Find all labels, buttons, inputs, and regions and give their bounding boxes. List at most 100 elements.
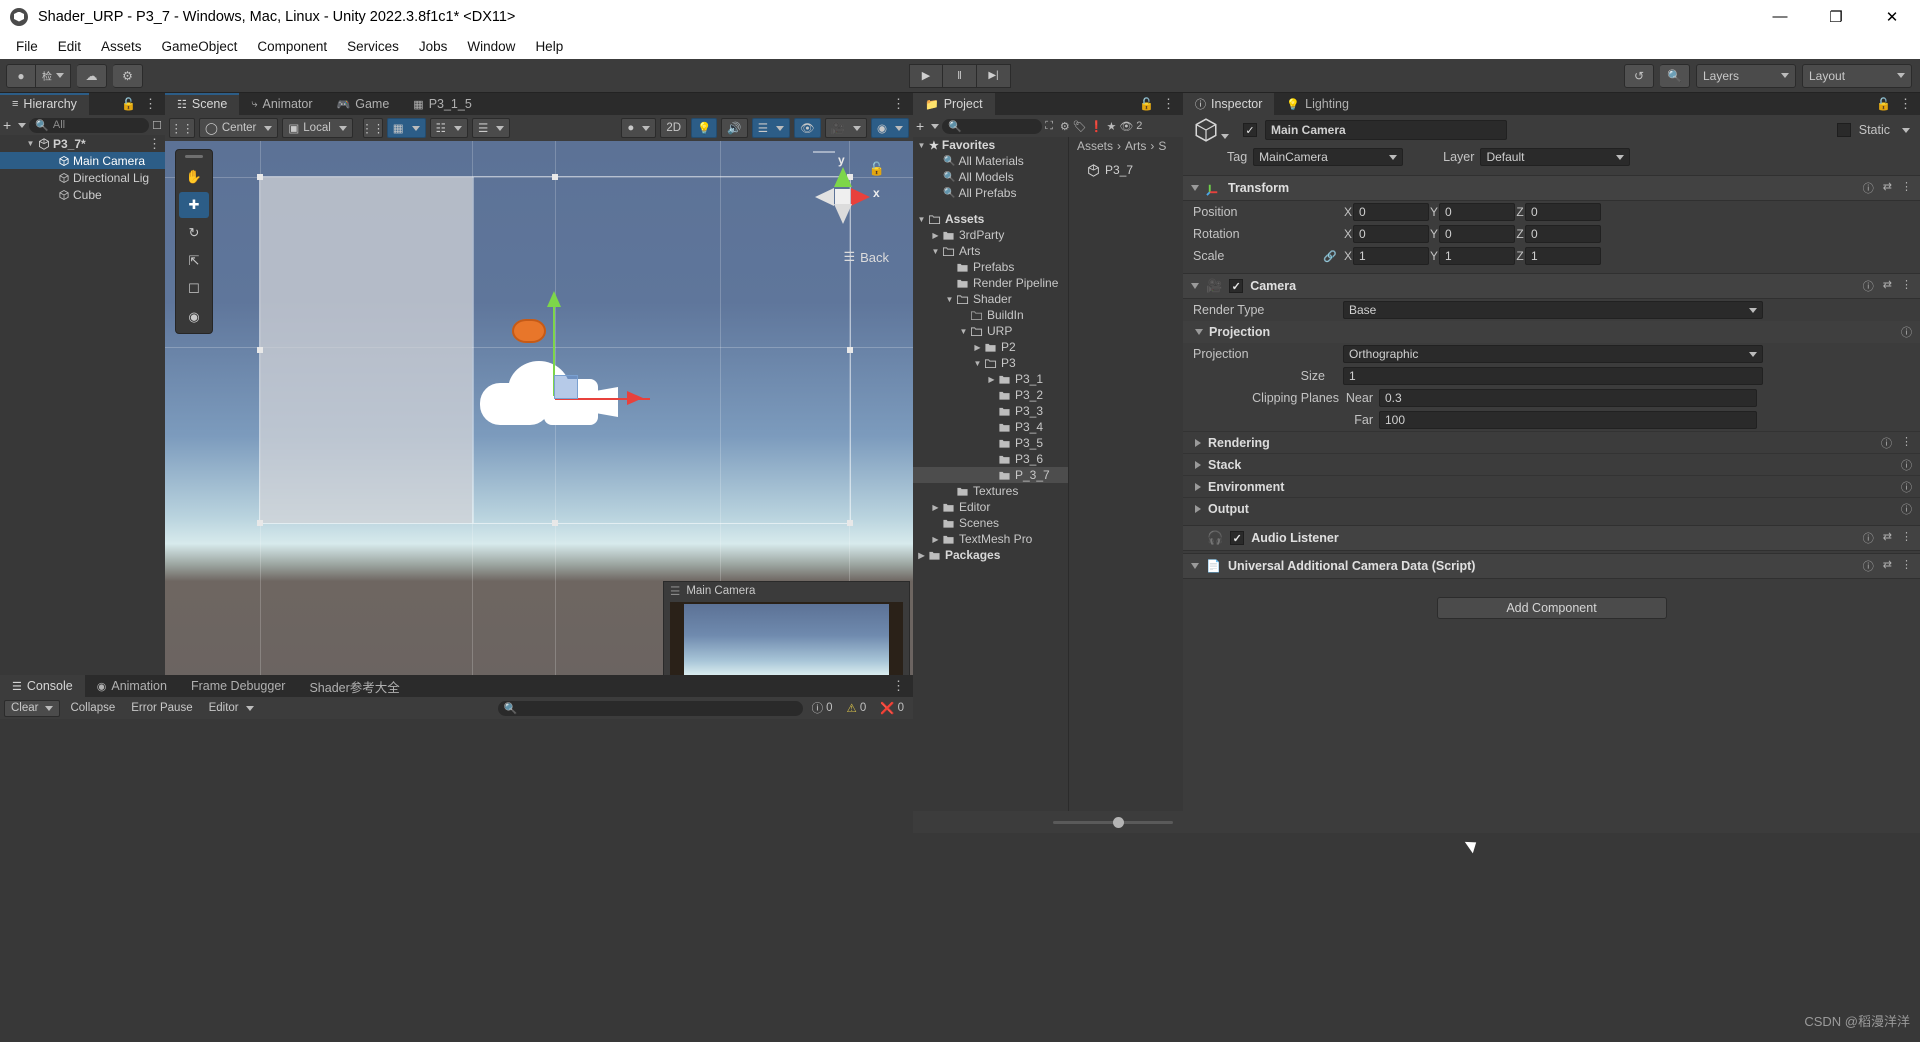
audio-icon[interactable]: 🔊 [721, 118, 748, 138]
collapse-triangle-icon[interactable]: ▼ [973, 359, 982, 368]
component-menu-icon[interactable]: ⋮ [1901, 278, 1912, 294]
camera-rendering-section[interactable]: Rendering ⓘ ⋮ [1183, 431, 1920, 453]
hand-tool-button[interactable]: ✋ [179, 164, 209, 190]
preset-icon[interactable]: ⇄ [1883, 530, 1892, 546]
expand-triangle-icon[interactable]: ▶ [973, 343, 982, 352]
editor-dropdown[interactable]: Editor [203, 700, 260, 717]
collapse-triangle-icon[interactable]: ▼ [917, 141, 926, 150]
clear-button[interactable]: Clear [4, 699, 61, 717]
scene-menu-icon[interactable]: ⋮ [892, 96, 905, 112]
selection-handle[interactable] [257, 174, 263, 180]
scale-tool-button[interactable]: ⇱ [179, 248, 209, 274]
breadcrumb-arts[interactable]: Arts [1125, 139, 1146, 153]
project-tree-row[interactable]: ▼ Shader [913, 291, 1068, 307]
project-tree-row[interactable]: ▶ TextMesh Pro [913, 531, 1068, 547]
gizmos-icon[interactable]: ◉ [870, 118, 909, 138]
tag-dropdown[interactable]: MainCamera [1253, 148, 1404, 166]
project-tree-row[interactable]: ▼ Assets [913, 211, 1068, 227]
project-tree-row[interactable]: P_3_7 [913, 467, 1068, 483]
selection-handle[interactable] [257, 520, 263, 526]
expand-triangle-icon[interactable] [1195, 438, 1201, 447]
open-search-window-icon[interactable]: ⛶ [1045, 120, 1053, 133]
project-tree-row[interactable]: BuildIn [913, 307, 1068, 323]
project-tree-row[interactable]: P3_6 [913, 451, 1068, 467]
gizmo-axis-negy-cone[interactable] [834, 204, 852, 224]
tab-shader-reference[interactable]: Shader参考大全 [297, 675, 412, 697]
selection-handle[interactable] [257, 347, 263, 353]
menu-edit[interactable]: Edit [48, 36, 91, 57]
tab-animator[interactable]: ⤷ Animator [239, 93, 325, 115]
filter-type-icon[interactable]: ⚙ [1060, 120, 1070, 133]
tab-p3-1-5[interactable]: ▦ P3_1_5 [401, 93, 484, 115]
camera-output-section[interactable]: Output ⓘ [1183, 497, 1920, 519]
lighting-icon[interactable]: 💡 [691, 118, 718, 138]
project-tree-row[interactable]: Textures [913, 483, 1068, 499]
scene-view-orientation-label[interactable]: ☰ Back [843, 249, 889, 265]
rotation-x-field[interactable]: 0 [1353, 225, 1429, 243]
lock-icon[interactable]: 🔓 [1876, 97, 1891, 111]
collapse-triangle-icon[interactable] [1191, 283, 1199, 289]
overlay-grip[interactable] [185, 155, 203, 158]
help-icon[interactable]: ⓘ [1901, 457, 1912, 473]
project-tree-row[interactable]: ▼ P3 [913, 355, 1068, 371]
inspector-menu-icon[interactable]: ⋮ [1899, 96, 1912, 112]
favorite-star-icon[interactable]: ★ [1106, 120, 1116, 133]
projection-dropdown[interactable]: Orthographic [1343, 345, 1763, 363]
project-asset-browser[interactable]: Assets › Arts › S P3_7 [1068, 137, 1183, 811]
hierarchy-menu-icon[interactable]: ⋮ [144, 96, 157, 112]
scene-tool-grip-2[interactable]: ⋮⋮ [361, 118, 384, 138]
camera-preview-grip-icon[interactable]: ☰ [670, 584, 680, 598]
collapse-triangle-icon[interactable] [1195, 329, 1203, 335]
help-icon[interactable]: ⓘ [1881, 435, 1892, 451]
audio-listener-enabled-checkbox[interactable]: ✓ [1230, 531, 1245, 545]
constrain-proportions-icon[interactable]: 🔗 [1323, 250, 1343, 263]
prefab-dropdown-icon[interactable] [1221, 133, 1229, 139]
filter-warning-icon[interactable]: ❗ [1090, 120, 1104, 133]
project-tree-row[interactable]: ▶ 3rdParty [913, 227, 1068, 243]
gear-icon[interactable]: ⚙ [113, 63, 143, 88]
tab-inspector[interactable]: ⓘ Inspector [1183, 93, 1275, 115]
collapse-triangle-icon[interactable]: ▼ [931, 247, 940, 256]
lock-icon[interactable]: 🔓 [1139, 97, 1154, 111]
preset-icon[interactable]: ⇄ [1883, 558, 1892, 574]
transform-tool-button[interactable]: ◉ [179, 304, 209, 330]
gizmo-axis-x-cone[interactable] [851, 188, 870, 206]
position-y-field[interactable]: 0 [1439, 203, 1515, 221]
project-tree-row[interactable]: ▼ URP [913, 323, 1068, 339]
far-field[interactable]: 100 [1379, 411, 1757, 429]
tab-lighting[interactable]: 💡 Lighting [1274, 93, 1361, 115]
breadcrumb-shader[interactable]: S [1158, 139, 1166, 153]
move-tool-button[interactable]: ✚ [179, 192, 209, 218]
menu-component[interactable]: Component [247, 36, 337, 57]
project-search-input[interactable]: 🔍 [942, 118, 1043, 134]
gizmo-y-arrow[interactable] [547, 291, 561, 307]
project-tree-row[interactable]: P3_2 [913, 387, 1068, 403]
gizmo-axis-negx-cone[interactable] [815, 188, 834, 206]
component-menu-icon[interactable]: ⋮ [1901, 180, 1912, 196]
tab-hierarchy[interactable]: ≡ Hierarchy [0, 93, 89, 115]
undo-history-icon[interactable]: ↺ [1624, 63, 1654, 88]
near-field[interactable]: 0.3 [1379, 389, 1757, 407]
project-tree-row[interactable]: ▼ ★ Favorites [913, 137, 1068, 153]
static-dropdown-icon[interactable] [1902, 127, 1910, 133]
asset-item-p3-7[interactable]: P3_7 [1069, 161, 1183, 179]
lock-icon[interactable]: 🔓 [121, 97, 136, 111]
urp-camera-data-header[interactable]: 📄 Universal Additional Camera Data (Scri… [1183, 553, 1920, 579]
project-tree-row[interactable]: P3_5 [913, 435, 1068, 451]
help-icon[interactable]: ⓘ [1863, 180, 1874, 196]
collapse-toggle[interactable]: Collapse [64, 700, 121, 717]
pivot-mode-button[interactable]: ◯ Center [199, 118, 279, 138]
error-pause-toggle[interactable]: Error Pause [125, 700, 198, 717]
menu-window[interactable]: Window [457, 36, 525, 57]
selection-handle[interactable] [847, 520, 853, 526]
project-add-button[interactable]: + [916, 118, 924, 134]
project-folder-tree[interactable]: ▼ ★ Favorites 🔍 All Materials 🔍 All Models 🔍 All… [913, 137, 1068, 811]
help-icon[interactable]: ⓘ [1901, 479, 1912, 495]
menu-help[interactable]: Help [525, 36, 573, 57]
console-menu-icon[interactable]: ⋮ [892, 678, 905, 694]
help-icon[interactable]: ⓘ [1863, 530, 1874, 546]
snap-increment-icon[interactable]: ☷ [429, 118, 468, 138]
rect-tool-button[interactable]: ☐ [179, 276, 209, 302]
layer-dropdown[interactable]: Default [1480, 148, 1631, 166]
component-menu-icon[interactable]: ⋮ [1901, 558, 1912, 574]
